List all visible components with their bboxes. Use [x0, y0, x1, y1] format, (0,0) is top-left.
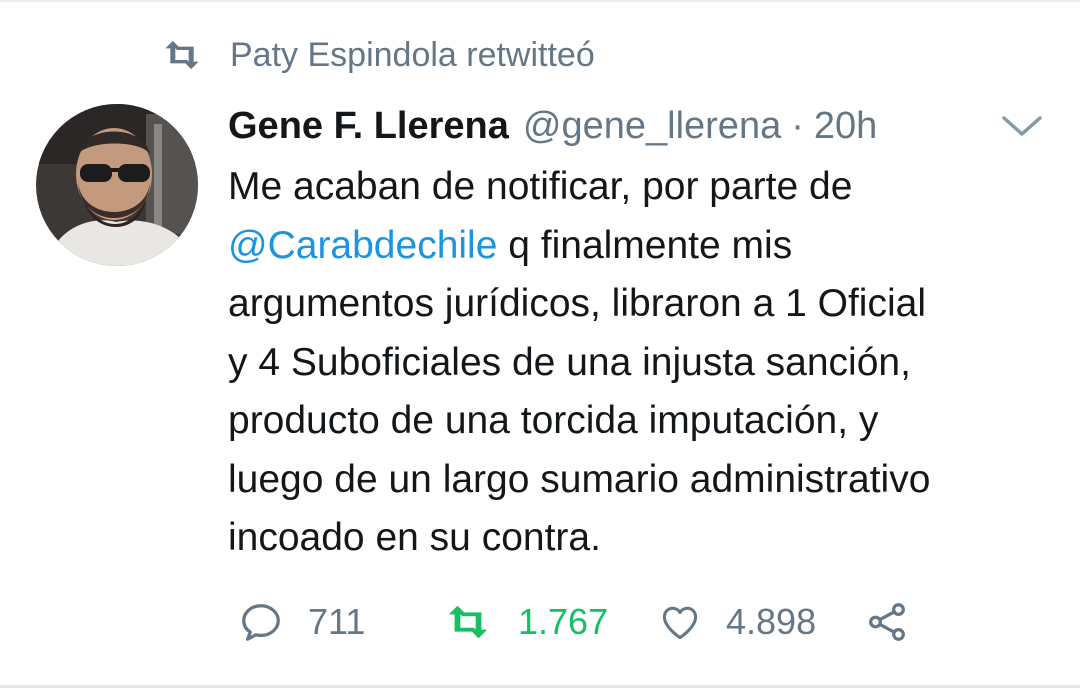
reply-icon	[242, 604, 280, 641]
heart-icon	[662, 606, 698, 640]
tweet-line-rest: q finalmente mis	[497, 223, 793, 267]
chevron-down-icon[interactable]	[1000, 112, 1044, 140]
tweet-line: Me acaban de notificar, por parte de	[228, 165, 853, 208]
top-divider	[0, 0, 1080, 2]
retweet-icon	[448, 605, 488, 639]
retweet-count: 1.767	[518, 601, 609, 642]
mention-link[interactable]: @Carabdechile	[228, 224, 497, 267]
tweet-header: Gene F. Llerena @gene_llerena · 20h	[228, 98, 877, 154]
avatar[interactable]	[36, 104, 198, 266]
tweet-text: Me acaban de notificar, por parte de @Ca…	[228, 158, 1068, 568]
retweet-context: Paty Espindola retwitteó	[160, 30, 595, 80]
tweet-line: producto de una torcida imputación, y	[228, 399, 879, 442]
tweet-line: incoado en su contra.	[228, 516, 601, 559]
timestamp[interactable]: 20h	[814, 105, 877, 148]
like-count: 4.898	[726, 601, 817, 642]
like-button[interactable]: 4.898	[656, 592, 816, 652]
author-name[interactable]: Gene F. Llerena	[228, 105, 509, 148]
separator-dot: ·	[791, 104, 804, 147]
tweet-actions: 711 1.767 4.898	[0, 592, 1080, 652]
retweet-icon	[165, 40, 199, 70]
author-handle[interactable]: @gene_llerena	[523, 105, 781, 148]
retweeter-label[interactable]: Paty Espindola retwitteó	[230, 36, 595, 75]
avatar-image	[36, 104, 198, 266]
retweet-button[interactable]: 1.767	[440, 592, 608, 652]
tweet-line: y 4 Suboficiales de una injusta sanción,	[228, 340, 911, 384]
share-button[interactable]	[862, 592, 912, 652]
reply-button[interactable]: 711	[236, 592, 365, 652]
tweet-line: @Carabdechile q finalmente mis	[228, 217, 1068, 276]
reply-count: 711	[308, 601, 366, 642]
share-icon	[869, 603, 905, 641]
tweet-line: luego de un largo sumario administrativo	[228, 457, 931, 501]
tweet-line: argumentos jurídicos, libraron a 1 Ofici…	[228, 282, 926, 325]
